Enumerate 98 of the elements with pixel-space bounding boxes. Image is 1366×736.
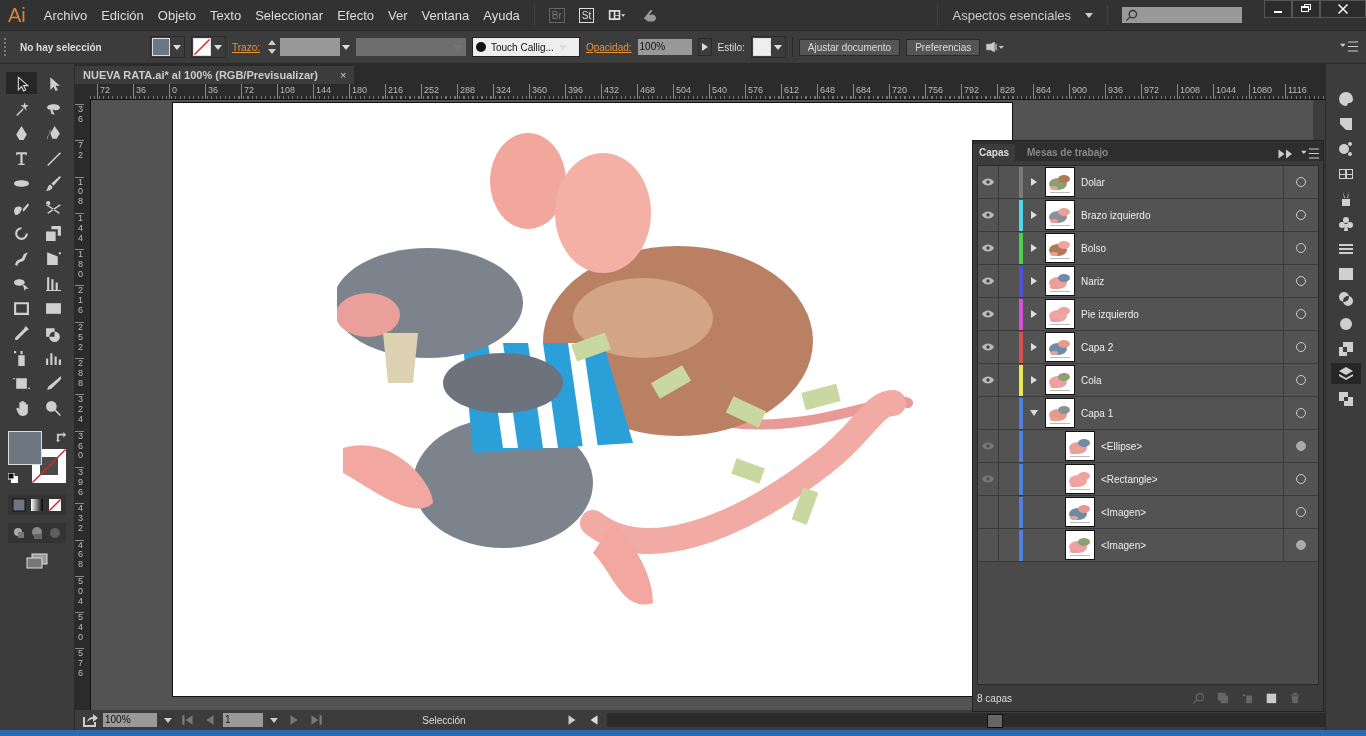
panel-tab[interactable]: Capas: [973, 144, 1015, 161]
stroke-swatch[interactable]: [191, 36, 226, 58]
gradient-mode-icon[interactable]: [30, 498, 44, 512]
fill-color-swatch[interactable]: [8, 431, 42, 465]
menu-item[interactable]: Ayuda: [483, 7, 520, 23]
eye-icon[interactable]: [982, 343, 994, 351]
default-colors-icon[interactable]: [8, 473, 18, 483]
share-icon[interactable]: [81, 713, 99, 727]
close-icon: [1337, 3, 1349, 15]
document-tab[interactable]: NUEVA RATA.ai* al 100% (RGB/Previsualizar) ×: [75, 66, 355, 84]
nested-squares-icon[interactable]: [1338, 340, 1354, 357]
layer-count: 8 capas: [977, 692, 1013, 704]
menu-item[interactable]: Ventana: [421, 7, 470, 23]
gradient-square-icon[interactable]: [1338, 265, 1354, 282]
menu-item[interactable]: Efecto: [337, 7, 374, 23]
eye-icon[interactable]: [982, 310, 994, 318]
caret-icon[interactable]: [1085, 12, 1093, 18]
artboards-icon[interactable]: [1338, 390, 1354, 407]
restore-button[interactable]: [1292, 0, 1320, 18]
expand-arrow-icon[interactable]: [1030, 277, 1038, 285]
overlap-circles-icon[interactable]: [1338, 290, 1354, 307]
target-circle-icon[interactable]: [1296, 441, 1306, 451]
scissors-icon[interactable]: [44, 199, 62, 217]
zoom-field[interactable]: 100%: [103, 713, 157, 727]
toolbar-button[interactable]: Ajustar documento: [798, 38, 901, 56]
eye-icon[interactable]: [982, 376, 994, 384]
slice-tool-icon[interactable]: [44, 374, 62, 392]
caret-icon[interactable]: [341, 44, 350, 50]
layers-icon[interactable]: [1338, 365, 1354, 382]
artboard-number-field[interactable]: 1: [223, 713, 263, 727]
menu-item[interactable]: Ver: [388, 7, 408, 23]
column-graph-icon[interactable]: [44, 274, 62, 292]
horizontal-ruler: 72 36 0 36 72 108 144 180 216 252 288 324 360 396 432 468 504 540 576 612 648 684 720 756 792 828 864 900 936 972 1008 1044 1080 1116: [90, 84, 1325, 100]
rotate-icon[interactable]: [12, 224, 30, 242]
menu-item[interactable]: Edición: [101, 7, 144, 23]
stroke-label[interactable]: Trazo:: [232, 41, 260, 53]
eyedropper-icon[interactable]: [12, 324, 30, 342]
expand-arrow-icon[interactable]: [1030, 244, 1038, 252]
zoom-tool-icon[interactable]: [44, 399, 62, 417]
brush-dropdown[interactable]: Touch Callig...: [471, 37, 580, 57]
eye-icon[interactable]: [982, 277, 994, 285]
restore-icon: [1300, 3, 1312, 15]
opacity-slider-button[interactable]: [697, 38, 712, 56]
expand-arrow-icon[interactable]: [1030, 211, 1038, 219]
toolbar-button[interactable]: Preferencias: [906, 38, 981, 56]
horizontal-scrollbar[interactable]: [607, 713, 1325, 727]
style-label: Estilo:: [717, 41, 745, 53]
eye-icon[interactable]: [982, 244, 994, 252]
screen-mode-icon[interactable]: [26, 553, 48, 569]
search-field[interactable]: [1122, 7, 1242, 23]
panel-menu-icon[interactable]: [1340, 40, 1358, 54]
puppet-warp-icon[interactable]: [12, 249, 30, 267]
menu-item[interactable]: Objeto: [157, 7, 197, 23]
club-icon[interactable]: [1338, 215, 1354, 232]
close-button[interactable]: [1320, 0, 1366, 18]
target-circle-icon[interactable]: [1296, 540, 1306, 550]
fill-swatch[interactable]: [150, 36, 185, 58]
swap-arrows-icon[interactable]: [56, 431, 67, 442]
workspace-switcher[interactable]: Aspectos esenciales: [952, 7, 1071, 23]
opacity-label[interactable]: Opacidad:: [585, 41, 632, 53]
palette-icon[interactable]: [1338, 90, 1354, 107]
search-icon: [1126, 9, 1138, 21]
draw-normal-icon[interactable]: [12, 526, 26, 540]
none-mode-icon[interactable]: [48, 498, 62, 512]
paintbrush-icon[interactable]: [44, 174, 62, 192]
panel-tab[interactable]: Mesas de trabajo: [1021, 144, 1115, 161]
expand-arrow-icon[interactable]: [1030, 178, 1038, 186]
draw-behind-icon[interactable]: [30, 526, 44, 540]
menu-item[interactable]: Seleccionar: [255, 7, 324, 23]
eye-icon[interactable]: [982, 211, 994, 219]
expand-arrow-icon[interactable]: [1030, 343, 1038, 351]
app-logo: Ai: [8, 3, 26, 27]
clipping-mask-icon[interactable]: [1217, 692, 1229, 704]
color-mode-icon[interactable]: [12, 498, 26, 512]
swatch-network-icon[interactable]: [1338, 140, 1354, 157]
opacity-field[interactable]: 100%: [637, 39, 692, 55]
stroke-weight-field[interactable]: [265, 38, 350, 56]
vertical-ruler: 36 72 108 144 180 216 252 288 324 360 396 432 468 504 540 576: [75, 100, 91, 710]
eye-icon[interactable]: [982, 178, 994, 186]
play-arrow-icon: [701, 43, 708, 51]
current-tool-label: Selección: [421, 714, 467, 726]
menu-item[interactable]: Texto: [210, 7, 242, 23]
new-layer-icon[interactable]: [1265, 692, 1277, 704]
minimize-icon: [1274, 11, 1282, 13]
expand-arrow-icon[interactable]: [1030, 310, 1038, 318]
panel-menu-icon[interactable]: [1301, 147, 1319, 161]
expand-arrow-icon[interactable]: [1030, 409, 1038, 417]
selection-status: No hay selección: [20, 41, 103, 53]
expand-arrow-icon[interactable]: [1030, 376, 1038, 384]
spin-arrows-icon[interactable]: [265, 38, 278, 56]
scale-icon[interactable]: [44, 224, 62, 242]
stock-button[interactable]: St: [578, 7, 595, 23]
arrange-documents-icon[interactable]: [608, 8, 627, 22]
isolate-icon[interactable]: [986, 40, 1005, 54]
style-swatch[interactable]: [750, 36, 786, 58]
page-curl-icon[interactable]: [1338, 115, 1354, 132]
minimize-button[interactable]: [1264, 0, 1292, 18]
menu-item[interactable]: Archivo: [43, 7, 88, 23]
